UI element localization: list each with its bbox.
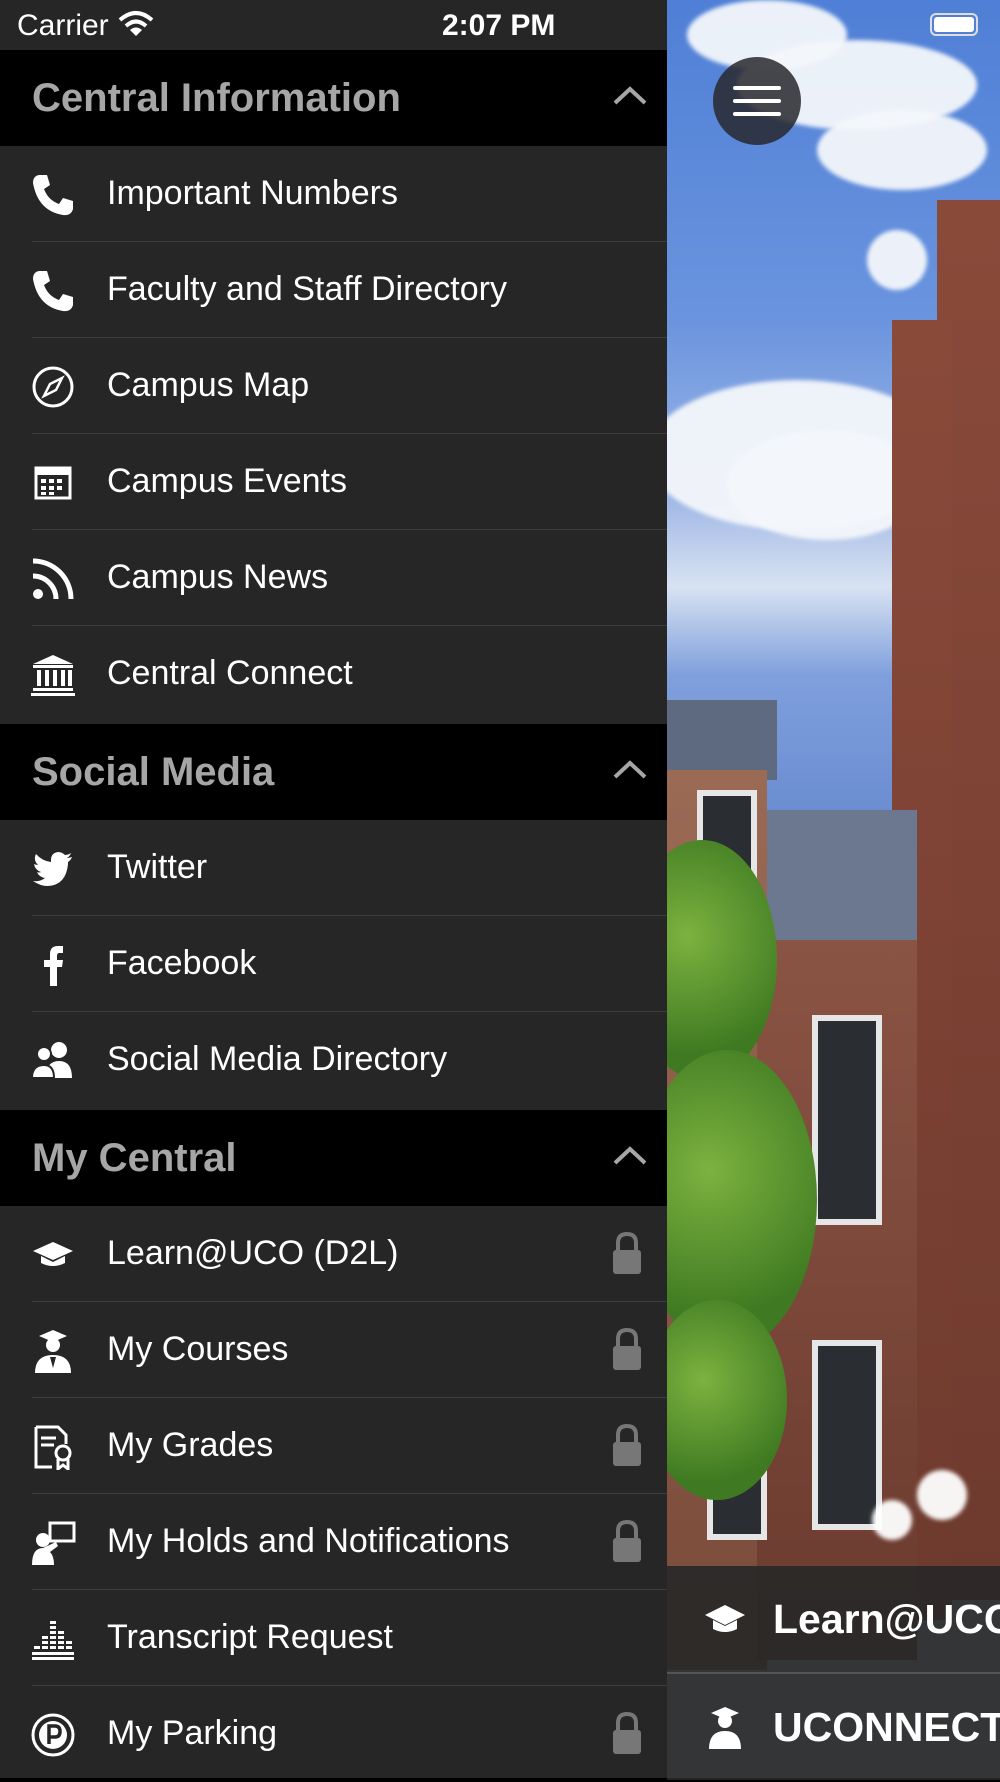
menu-item-facebook[interactable]: Facebook [0,916,667,1012]
phone-icon [33,271,73,312]
menu-item-my-parking[interactable]: My Parking [0,1686,667,1782]
menu-item-label: Transcript Request [107,1618,393,1656]
bars-icon [32,1621,74,1660]
menu-item-label: Facebook [107,944,257,982]
menu-item-label: Campus Map [107,366,310,404]
users-icon [30,1042,72,1079]
section-title: Social Media [32,750,275,794]
menu-item-label: Twitter [107,848,208,886]
menu-item-label: Learn@UCO (D2L) [107,1234,399,1272]
section-header-my-central[interactable]: My Central [0,1110,667,1206]
menu-item-label: Important Numbers [107,174,398,212]
graduate-icon [35,1330,71,1373]
section-title: Central Information [32,76,401,120]
hamburger-bar [733,112,781,116]
menu-item-label: Social Media Directory [107,1040,448,1078]
menu-item-my-courses[interactable]: My Courses [0,1302,667,1398]
menu-item-campus-events[interactable]: Campus Events [0,434,667,530]
battery-icon [930,13,978,36]
lock-icon [613,1519,641,1562]
menu-item-faculty-staff-directory[interactable]: Faculty and Staff Directory [0,242,667,338]
menu-item-label: My Grades [107,1426,274,1464]
rss-icon [32,558,74,600]
menu-item-label: My Parking [107,1714,278,1752]
lock-icon [613,1231,641,1274]
graduation-cap-icon [33,1242,73,1266]
hamburger-bar [733,86,781,90]
presenter-icon [32,1521,76,1565]
quick-link-uconnect-label: UCONNECT [773,1703,1000,1750]
menu-item-campus-map[interactable]: Campus Map [0,338,667,434]
menu-item-important-numbers[interactable]: Important Numbers [0,146,667,242]
lock-icon [613,1711,641,1754]
menu-item-campus-news[interactable]: Campus News [0,530,667,626]
parking-icon [31,1713,75,1757]
graduation-cap-icon [705,1605,745,1632]
facebook-icon [44,946,63,986]
compass-icon [32,366,74,408]
bank-icon [31,655,75,696]
menu-item-label: Central Connect [107,654,353,692]
calendar-icon [34,466,72,500]
clock: 2:07 PM [442,9,556,42]
chevron-up-icon [613,760,647,779]
carrier-label: Carrier [17,9,109,42]
hamburger-menu-button[interactable] [713,57,801,145]
menu-item-central-connect[interactable]: Central Connect [0,626,667,722]
quick-link-uconnect[interactable]: UCONNECT [667,1674,1000,1780]
twitter-icon [33,852,72,886]
chevron-up-icon [613,86,647,105]
menu-item-my-holds-notifications[interactable]: My Holds and Notifications [0,1494,667,1590]
chevron-up-icon [613,1146,647,1165]
navigation-drawer: Central Information Important Numbers Fa… [0,0,667,1778]
lock-icon [613,1327,641,1370]
menu-item-learn-uco[interactable]: Learn@UCO (D2L) [0,1206,667,1302]
section-header-social-media[interactable]: Social Media [0,724,667,820]
background-campus-image [667,0,1000,1778]
menu-item-label: Campus News [107,558,329,596]
phone-icon [33,175,73,216]
section-header-central-information[interactable]: Central Information [0,50,667,146]
graduate-icon [709,1707,741,1749]
menu-item-twitter[interactable]: Twitter [0,820,667,916]
lock-icon [613,1423,641,1466]
menu-item-label: Faculty and Staff Directory [107,270,507,308]
menu-item-label: My Courses [107,1330,289,1368]
quick-link-learn-label: Learn@UCO [773,1595,1000,1642]
status-bar: Carrier 2:07 PM [0,0,1000,50]
menu-item-transcript-request[interactable]: Transcript Request [0,1590,667,1686]
quick-link-learn[interactable]: Learn@UCO [667,1566,1000,1674]
menu-item-social-media-directory[interactable]: Social Media Directory [0,1012,667,1108]
certificate-icon [34,1425,72,1470]
wifi-icon [118,11,154,36]
menu-item-my-grades[interactable]: My Grades [0,1398,667,1494]
hamburger-bar [733,99,781,103]
menu-item-label: Campus Events [107,462,347,500]
section-title: My Central [32,1136,237,1180]
menu-item-label: My Holds and Notifications [107,1522,510,1560]
